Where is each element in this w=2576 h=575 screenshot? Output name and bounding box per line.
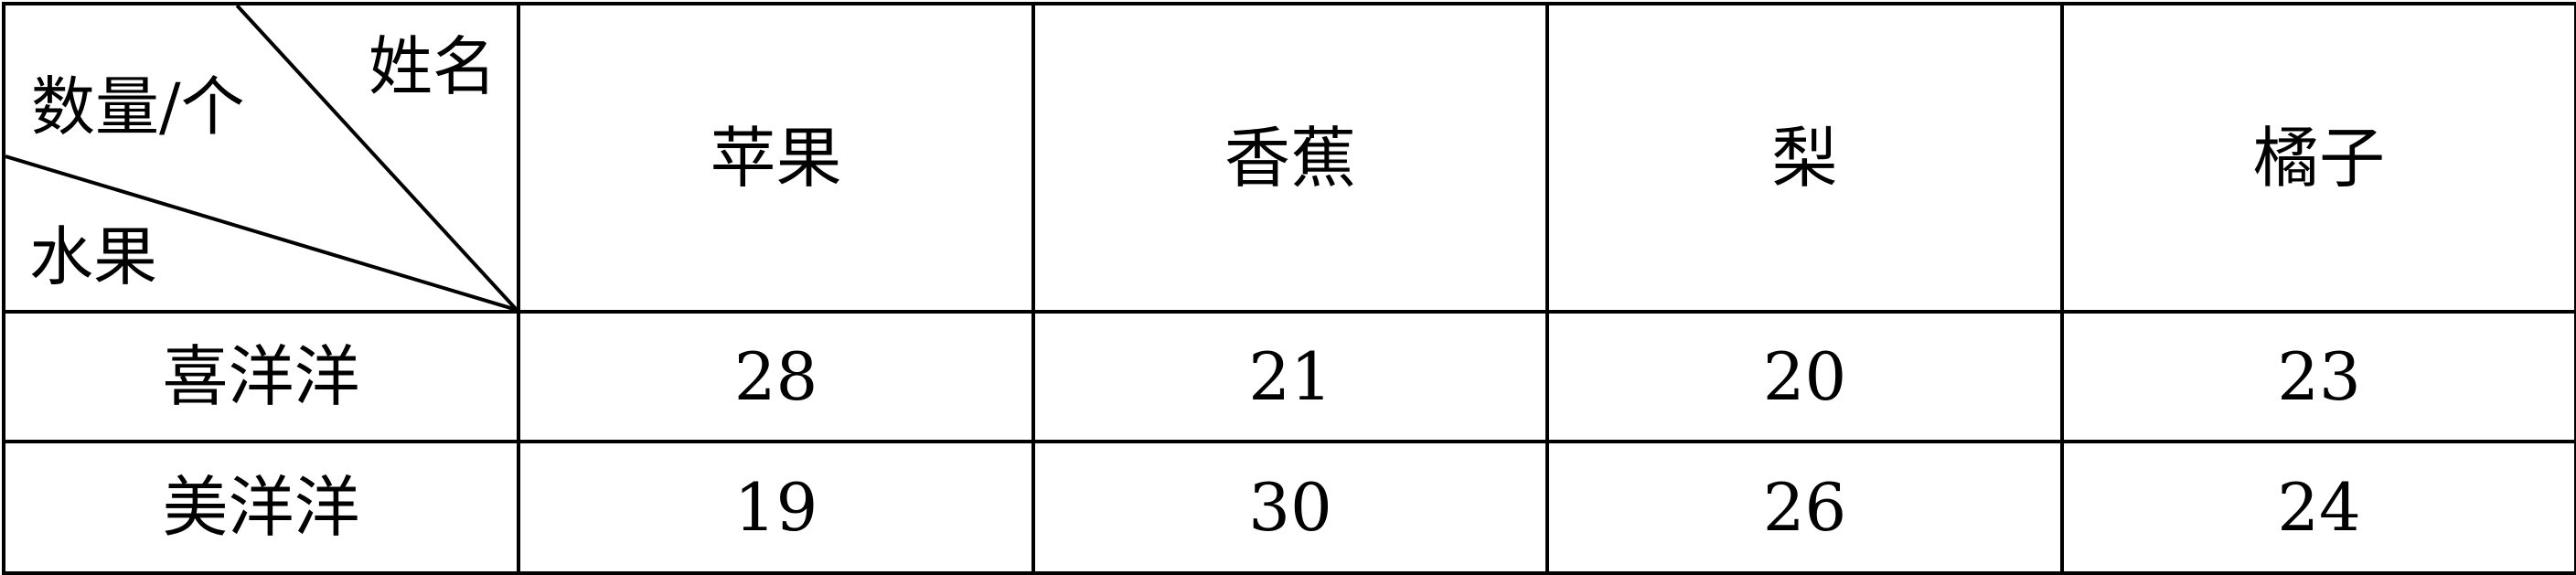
table-cell: 23 [2060,310,2576,443]
fruit-count-table: 姓名 数量/个 水果 苹果 香蕉 梨 橘子 喜洋洋 28 21 20 23 美洋… [2,2,2576,575]
table-cell: 30 [1031,440,1549,575]
table-cell: 19 [517,440,1035,575]
table-row: 美洋洋 19 30 26 24 [2,440,2576,575]
table-cell: 20 [1545,310,2064,443]
header-row: 姓名 数量/个 水果 苹果 香蕉 梨 橘子 [2,2,2576,314]
column-header-apple: 苹果 [517,2,1035,314]
corner-label-name: 姓名 [369,29,497,104]
table-row: 喜洋洋 28 21 20 23 [2,310,2576,443]
table-cell: 21 [1031,310,1549,443]
corner-label-quantity: 数量/个 [31,69,245,144]
row-header-name: 美洋洋 [2,440,520,575]
table-cell: 26 [1545,440,2064,575]
table-cell: 28 [517,310,1035,443]
table-cell: 24 [2060,440,2576,575]
corner-cell: 姓名 数量/个 水果 [2,2,520,314]
column-header-pear: 梨 [1545,2,2064,314]
row-header-name: 喜洋洋 [2,310,520,443]
column-header-banana: 香蕉 [1031,2,1549,314]
corner-label-fruit: 水果 [29,219,157,294]
column-header-orange: 橘子 [2060,2,2576,314]
